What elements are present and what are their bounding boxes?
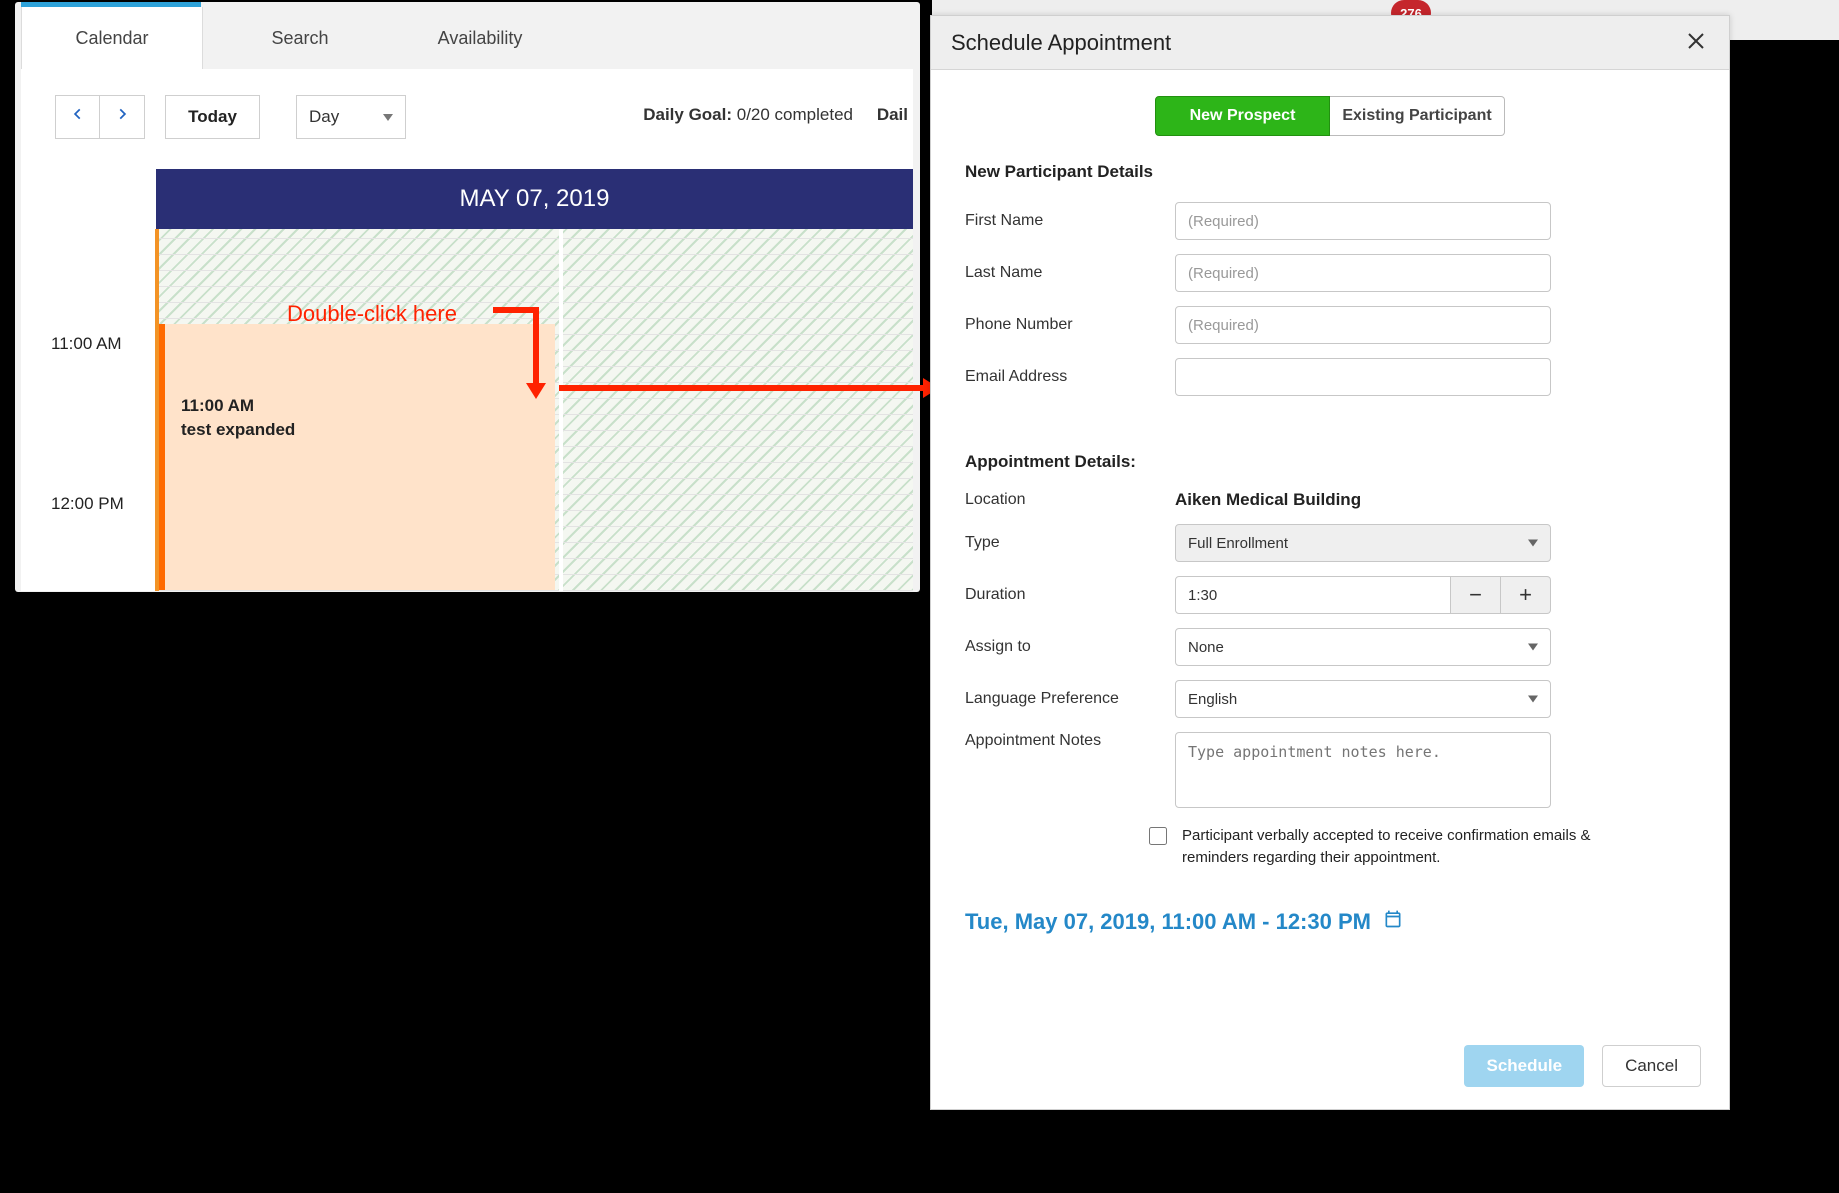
appointment-datetime: Tue, May 07, 2019, 11:00 AM - 12:30 PM bbox=[965, 909, 1371, 935]
tab-availability[interactable]: Availability bbox=[385, 7, 575, 69]
modal-header: Schedule Appointment bbox=[931, 16, 1729, 70]
close-icon bbox=[1687, 30, 1705, 55]
language-value: English bbox=[1188, 691, 1237, 708]
calendar-event[interactable]: 11:00 AM test expanded bbox=[159, 324, 555, 590]
schedule-appointment-modal: Schedule Appointment New Prospect Existi… bbox=[930, 15, 1730, 1110]
time-label: 11:00 AM bbox=[51, 334, 124, 414]
location-label: Location bbox=[965, 491, 1175, 509]
type-value: Full Enrollment bbox=[1188, 535, 1288, 552]
close-button[interactable] bbox=[1683, 26, 1709, 60]
consent-text: Participant verbally accepted to receive… bbox=[1182, 825, 1602, 869]
time-label: 12:00 PM bbox=[51, 494, 124, 574]
modal-title: Schedule Appointment bbox=[951, 30, 1171, 56]
tab-search[interactable]: Search bbox=[215, 7, 385, 69]
assign-to-value: None bbox=[1188, 639, 1224, 656]
phone-input[interactable] bbox=[1175, 306, 1551, 344]
phone-label: Phone Number bbox=[965, 316, 1175, 334]
participant-details-title: New Participant Details bbox=[965, 162, 1695, 182]
calendar-body: Today Day Daily Goal: 0/20 completed Dai… bbox=[21, 69, 913, 591]
notes-textarea[interactable] bbox=[1175, 732, 1551, 808]
calendar-icon[interactable] bbox=[1383, 909, 1403, 935]
annotation-text: Double-click here bbox=[287, 301, 457, 327]
tab-strip: Calendar Search Availability bbox=[15, 2, 575, 72]
today-button[interactable]: Today bbox=[165, 95, 260, 139]
caret-down-icon bbox=[1528, 644, 1538, 651]
duration-decrease-button[interactable]: − bbox=[1451, 576, 1501, 614]
appointment-details-title: Appointment Details: bbox=[965, 452, 1695, 472]
calendar-column-divider bbox=[559, 229, 563, 591]
event-title: test expanded bbox=[181, 418, 539, 442]
location-value: Aiken Medical Building bbox=[1175, 490, 1695, 510]
plus-icon: + bbox=[1519, 582, 1532, 608]
view-mode-select[interactable]: Day bbox=[296, 95, 406, 139]
tab-existing-participant[interactable]: Existing Participant bbox=[1330, 96, 1505, 136]
next-day-button[interactable] bbox=[100, 95, 145, 139]
annotation-arrow-right-icon bbox=[559, 385, 927, 391]
assign-to-select[interactable]: None bbox=[1175, 628, 1551, 666]
annotation-arrow-down-icon bbox=[533, 307, 539, 389]
email-input[interactable] bbox=[1175, 358, 1551, 396]
consent-checkbox[interactable] bbox=[1149, 827, 1167, 845]
duration-input[interactable] bbox=[1175, 576, 1451, 614]
caret-down-icon bbox=[1528, 696, 1538, 703]
calendar-card: Calendar Search Availability Today bbox=[15, 2, 920, 592]
participant-type-toggle: New Prospect Existing Participant bbox=[931, 96, 1729, 136]
event-time: 11:00 AM bbox=[181, 394, 539, 418]
calendar-date-header: MAY 07, 2019 bbox=[156, 169, 913, 229]
email-label: Email Address bbox=[965, 368, 1175, 386]
prev-day-button[interactable] bbox=[55, 95, 100, 139]
daily-goal-cutoff: Dail bbox=[877, 105, 908, 125]
last-name-label: Last Name bbox=[965, 264, 1175, 282]
tab-calendar[interactable]: Calendar bbox=[21, 7, 203, 69]
language-label: Language Preference bbox=[965, 690, 1175, 708]
first-name-input[interactable] bbox=[1175, 202, 1551, 240]
chevron-right-icon bbox=[115, 103, 129, 131]
duration-increase-button[interactable]: + bbox=[1501, 576, 1551, 614]
last-name-input[interactable] bbox=[1175, 254, 1551, 292]
minus-icon: − bbox=[1469, 582, 1482, 608]
assign-to-label: Assign to bbox=[965, 638, 1175, 656]
duration-label: Duration bbox=[965, 586, 1175, 604]
type-select[interactable]: Full Enrollment bbox=[1175, 524, 1551, 562]
first-name-label: First Name bbox=[965, 212, 1175, 230]
language-select[interactable]: English bbox=[1175, 680, 1551, 718]
chevron-left-icon bbox=[71, 103, 85, 131]
notes-label: Appointment Notes bbox=[965, 732, 1175, 750]
type-label: Type bbox=[965, 534, 1175, 552]
time-gutter: 11:00 AM 12:00 PM bbox=[51, 334, 124, 574]
daily-goal-text: Daily Goal: 0/20 completed bbox=[643, 105, 853, 125]
cancel-button[interactable]: Cancel bbox=[1602, 1045, 1701, 1087]
caret-down-icon bbox=[383, 114, 393, 121]
tab-new-prospect[interactable]: New Prospect bbox=[1155, 96, 1330, 136]
schedule-button[interactable]: Schedule bbox=[1464, 1045, 1584, 1087]
view-mode-label: Day bbox=[309, 107, 339, 127]
caret-down-icon bbox=[1528, 540, 1538, 547]
